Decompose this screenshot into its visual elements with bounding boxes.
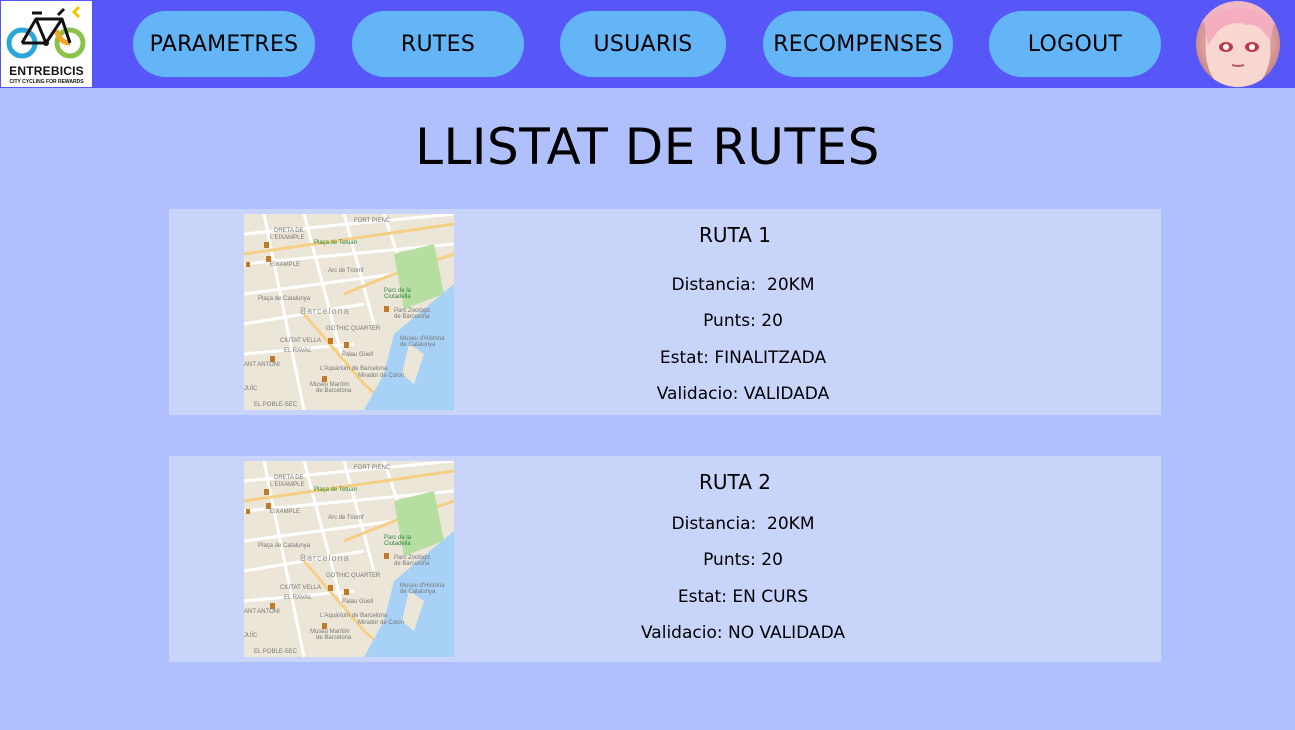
svg-text:CIUTAT VELLA: CIUTAT VELLA bbox=[280, 338, 321, 344]
svg-text:EL POBLE-SEC: EL POBLE-SEC bbox=[254, 402, 298, 408]
svg-text:de Catalunya: de Catalunya bbox=[400, 589, 436, 595]
svg-text:de Barcelona: de Barcelona bbox=[316, 635, 352, 641]
svg-text:JUÏC: JUÏC bbox=[244, 632, 258, 639]
logo-name: ENTREBICIS bbox=[9, 64, 84, 78]
svg-text:EL RAVAL: EL RAVAL bbox=[284, 595, 312, 601]
svg-text:ANT ANTONI: ANT ANTONI bbox=[244, 609, 280, 615]
top-nav-bar: ENTREBICIS CITY CYCLING FOR REWARDS PARA… bbox=[0, 0, 1295, 88]
route-points: Punts: 20 bbox=[703, 550, 783, 570]
svg-text:ANT ANTONI: ANT ANTONI bbox=[244, 362, 280, 368]
route-map-1: DRETA DE L'EIXAMPLE FORT PIENC Plaça de T… bbox=[244, 214, 454, 410]
svg-text:Arc de Triomf: Arc de Triomf bbox=[328, 268, 364, 274]
svg-text:Mirador de Colon: Mirador de Colon bbox=[358, 373, 404, 379]
svg-text:Ciutadella: Ciutadella bbox=[384, 541, 411, 547]
svg-text:EL RAVAL: EL RAVAL bbox=[284, 348, 312, 354]
svg-text:Plaça de Tetuan: Plaça de Tetuan bbox=[314, 240, 357, 246]
svg-text:EIXAMPLE: EIXAMPLE bbox=[270, 262, 300, 268]
svg-text:EIXAMPLE: EIXAMPLE bbox=[270, 509, 300, 515]
svg-text:DRETA DE: DRETA DE bbox=[274, 228, 304, 234]
svg-text:DRETA DE: DRETA DE bbox=[274, 475, 304, 481]
svg-text:GOTHIC QUARTER: GOTHIC QUARTER bbox=[326, 326, 381, 332]
nav-button-recompenses[interactable]: RECOMPENSES bbox=[763, 11, 953, 77]
page-title: LLISTAT DE RUTES bbox=[415, 118, 880, 176]
route-validation: Validacio: NO VALIDADA bbox=[641, 623, 845, 643]
route-status: Estat: EN CURS bbox=[677, 587, 809, 607]
svg-text:Palau Güell: Palau Güell bbox=[342, 352, 373, 358]
svg-text:GOTHIC QUARTER: GOTHIC QUARTER bbox=[326, 573, 381, 579]
route-card-2[interactable]: DRETA DE L'EIXAMPLE FORT PIENC Plaça de T… bbox=[169, 456, 1161, 662]
svg-text:Palau Güell: Palau Güell bbox=[342, 599, 373, 605]
nav-button-rutes[interactable]: RUTES bbox=[352, 11, 524, 77]
svg-text:de Catalunya: de Catalunya bbox=[400, 342, 436, 348]
bicycle-logo-icon bbox=[6, 5, 86, 59]
nav-button-usuaris[interactable]: USUARIS bbox=[560, 11, 726, 77]
svg-text:Plaça de Catalunya: Plaça de Catalunya bbox=[258, 296, 311, 302]
route-points: Punts: 20 bbox=[703, 311, 783, 331]
svg-text:Barcelona: Barcelona bbox=[300, 553, 350, 563]
svg-text:L'Aquàrium de Barcelona: L'Aquàrium de Barcelona bbox=[320, 613, 388, 619]
nav-button-logout[interactable]: LOGOUT bbox=[989, 11, 1161, 77]
svg-text:Arc de Triomf: Arc de Triomf bbox=[328, 515, 364, 521]
svg-text:Plaça de Tetuan: Plaça de Tetuan bbox=[314, 487, 357, 493]
svg-text:de Barcelona: de Barcelona bbox=[316, 388, 352, 394]
svg-text:de Barcelona: de Barcelona bbox=[394, 561, 430, 567]
route-status: Estat: FINALITZADA bbox=[659, 348, 827, 368]
svg-text:CIUTAT VELLA: CIUTAT VELLA bbox=[280, 585, 321, 591]
svg-text:L'EIXAMPLE: L'EIXAMPLE bbox=[270, 235, 305, 241]
route-title: RUTA 2 bbox=[699, 470, 771, 494]
route-distance: Distancia: 20KM bbox=[671, 514, 815, 534]
route-map-2: DRETA DE L'EIXAMPLE FORT PIENC Plaça de T… bbox=[244, 461, 454, 657]
entrebicis-logo[interactable]: ENTREBICIS CITY CYCLING FOR REWARDS bbox=[1, 1, 92, 87]
svg-text:Barcelona: Barcelona bbox=[300, 306, 350, 316]
svg-text:FORT PIENC: FORT PIENC bbox=[354, 465, 391, 471]
logo-tagline: CITY CYCLING FOR REWARDS bbox=[9, 79, 84, 85]
user-avatar[interactable] bbox=[1196, 1, 1280, 87]
route-title: RUTA 1 bbox=[699, 223, 771, 247]
route-card-1[interactable]: DRETA DE L'EIXAMPLE FORT PIENC Plaça de T… bbox=[169, 209, 1161, 415]
nav-button-parametres[interactable]: PARAMETRES bbox=[133, 11, 315, 77]
avatar-image bbox=[1196, 1, 1280, 87]
svg-text:Ciutadella: Ciutadella bbox=[384, 294, 411, 300]
svg-text:Mirador de Colon: Mirador de Colon bbox=[358, 620, 404, 626]
svg-text:de Barcelona: de Barcelona bbox=[394, 314, 430, 320]
route-validation: Validacio: VALIDADA bbox=[656, 384, 830, 404]
svg-text:JUÏC: JUÏC bbox=[244, 385, 258, 392]
svg-text:Plaça de Catalunya: Plaça de Catalunya bbox=[258, 543, 311, 549]
route-distance: Distancia: 20KM bbox=[671, 275, 815, 295]
svg-text:FORT PIENC: FORT PIENC bbox=[354, 218, 391, 224]
svg-text:L'Aquàrium de Barcelona: L'Aquàrium de Barcelona bbox=[320, 366, 388, 372]
svg-text:L'EIXAMPLE: L'EIXAMPLE bbox=[270, 482, 305, 488]
svg-text:EL POBLE-SEC: EL POBLE-SEC bbox=[254, 649, 298, 655]
